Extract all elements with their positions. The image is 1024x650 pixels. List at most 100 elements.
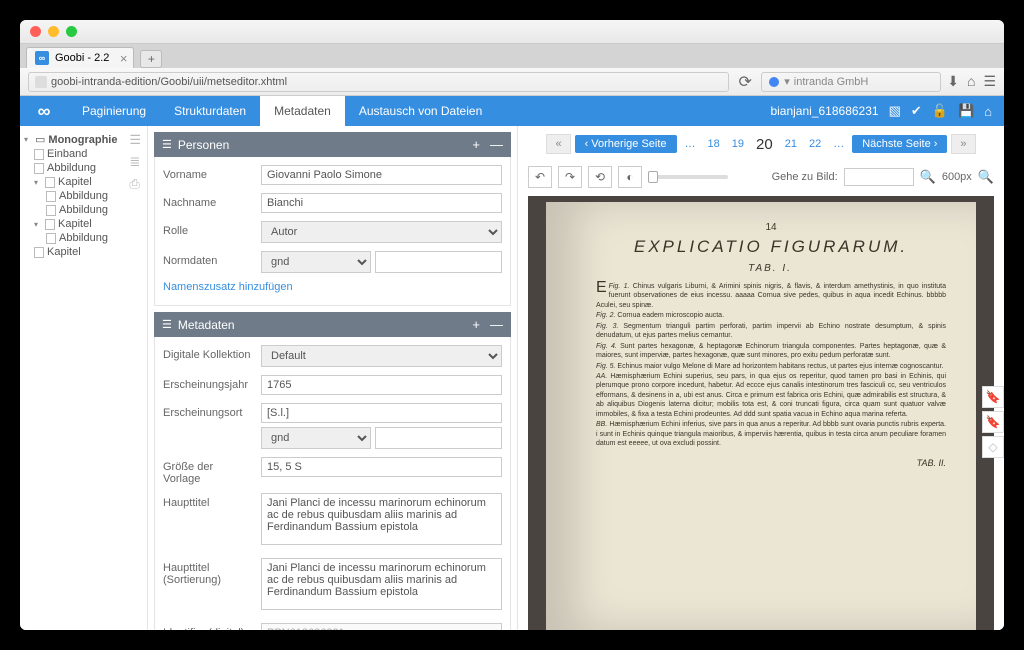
label: Größe der Vorlage (163, 457, 253, 485)
prev-page-button[interactable]: ‹ Vorherige Seite (575, 135, 677, 153)
url-text: goobi-intranda-edition/Goobi/uii/metsedi… (51, 76, 287, 88)
goto-input[interactable] (844, 168, 914, 186)
add-icon[interactable]: + (472, 137, 480, 152)
collapse-icon[interactable]: — (490, 317, 503, 332)
next-page-button[interactable]: Nächste Seite › (852, 135, 947, 153)
topnav-paginierung[interactable]: Paginierung (68, 96, 160, 126)
zoom-slider[interactable] (648, 175, 728, 179)
pager-dots: … (829, 138, 848, 150)
last-page-button[interactable]: » (951, 134, 975, 154)
normdaten-db-select[interactable]: gnd (261, 251, 371, 273)
scan-viewport[interactable]: 14 EXPLICATIO FIGURARUM. TAB. I. Fig. 1.… (528, 196, 994, 630)
minimize-window[interactable] (48, 26, 59, 37)
pager-dots: … (681, 138, 700, 150)
menu-icon[interactable]: ☰ (983, 73, 996, 90)
ort-db-input[interactable] (375, 427, 502, 449)
tree-node[interactable]: Kapitel (24, 245, 143, 259)
app-topbar: ∞ PaginierungStrukturdatenMetadatenAusta… (20, 96, 1004, 126)
browser-search[interactable]: ▾ intranda GmbH (761, 72, 941, 92)
close-window[interactable] (30, 26, 41, 37)
page-link[interactable]: 22 (805, 138, 825, 150)
label: Vorname (163, 165, 253, 181)
groesse-input[interactable] (261, 457, 502, 477)
panel-metadaten-header[interactable]: ☰ Metadaten + — (154, 312, 511, 337)
window-titlebar (20, 20, 1004, 44)
ort-db-select[interactable]: gnd (261, 427, 371, 449)
panel-title: Personen (178, 138, 229, 152)
drag-icon: ☰ (162, 318, 172, 331)
contrast-icon[interactable]: ◐ (618, 166, 642, 188)
first-page-button[interactable]: « (546, 134, 570, 154)
panel-personen-header[interactable]: ☰ Personen + — (154, 132, 511, 157)
structure-tree: ☰ ≣ ⎙ ▾▭ Monographie Einband Abbildung ▾… (20, 126, 148, 630)
bookmark-icon[interactable]: 🔖 (982, 386, 1004, 408)
label: Normdaten (163, 251, 253, 267)
tree-print-icon[interactable]: ⎙ (129, 176, 141, 192)
rotate-left-icon[interactable]: ↶ (528, 166, 552, 188)
zoom-icon[interactable]: 🔍 (978, 169, 994, 185)
drag-icon: ☰ (162, 138, 172, 151)
bookmark-icon[interactable]: 🔖 (982, 411, 1004, 433)
tree-node[interactable]: ▾ Kapitel (24, 217, 143, 231)
page-link[interactable]: 19 (728, 138, 748, 150)
scan-heading: EXPLICATIO FIGURARUM. (596, 237, 946, 257)
panel-title: Metadaten (178, 318, 235, 332)
vorname-input[interactable] (261, 165, 502, 185)
tree-node[interactable]: Abbildung (24, 189, 143, 203)
bookmark-empty-icon[interactable]: ◇ (982, 436, 1004, 458)
maximize-window[interactable] (66, 26, 77, 37)
save-icon[interactable]: 💾 (958, 103, 974, 119)
label: Digitale Kollektion (163, 345, 253, 361)
undo-icon[interactable]: ⟲ (588, 166, 612, 188)
tree-node[interactable]: ▾ Kapitel (24, 175, 143, 189)
rolle-select[interactable]: Autor (261, 221, 502, 243)
site-identity-icon (35, 76, 47, 88)
tree-node[interactable]: Abbildung (24, 203, 143, 217)
google-icon (768, 76, 780, 88)
scanned-page: 14 EXPLICATIO FIGURARUM. TAB. I. Fig. 1.… (546, 202, 976, 630)
new-tab-button[interactable]: + (140, 50, 162, 68)
ort-input[interactable] (261, 403, 502, 423)
add-namenszusatz-link[interactable]: Namenszusatz hinzufügen (163, 277, 502, 297)
app-logo[interactable]: ∞ (20, 96, 68, 126)
url-input[interactable]: goobi-intranda-edition/Goobi/uii/metsedi… (28, 72, 729, 92)
url-bar: goobi-intranda-edition/Goobi/uii/metsedi… (20, 68, 1004, 96)
tree-node[interactable]: Abbildung (24, 161, 143, 175)
topnav-austausch von dateien[interactable]: Austausch von Dateien (345, 96, 496, 126)
tree-node[interactable]: Abbildung (24, 231, 143, 245)
home-nav-icon[interactable]: ⌂ (984, 104, 992, 119)
normdaten-input[interactable] (375, 251, 502, 273)
user-label: bianjani_618686231 (770, 104, 878, 118)
hauptsort-textarea[interactable]: Jani Planci de incessu marinorum echinor… (261, 558, 502, 610)
topnav-metadaten[interactable]: Metadaten (260, 96, 345, 126)
page-link[interactable]: 21 (781, 138, 801, 150)
rotate-right-icon[interactable]: ↷ (558, 166, 582, 188)
reload-icon[interactable]: ⟳ (735, 72, 755, 92)
add-icon[interactable]: + (472, 317, 480, 332)
topnav-strukturdaten[interactable]: Strukturdaten (160, 96, 260, 126)
browser-tabbar: ∞ Goobi - 2.2 × + (20, 44, 1004, 68)
search-icon[interactable]: 🔍 (920, 169, 936, 185)
validate-icon[interactable]: ✔ (911, 103, 922, 119)
jahr-input[interactable] (261, 375, 502, 395)
close-tab-icon[interactable]: × (120, 51, 128, 66)
tree-node[interactable]: ▾▭ Monographie (24, 132, 143, 147)
collapse-icon[interactable]: — (490, 137, 503, 152)
tree-menu-icon[interactable]: ☰ (129, 132, 141, 148)
page-link[interactable]: 18 (704, 138, 724, 150)
search-placeholder: intranda GmbH (794, 76, 869, 88)
haupttitel-textarea[interactable]: Jani Planci de incessu marinorum echinor… (261, 493, 502, 545)
home-icon[interactable]: ⌂ (967, 73, 975, 90)
favicon: ∞ (35, 51, 49, 65)
tree-node[interactable]: Einband (24, 147, 143, 161)
tab-title: Goobi - 2.2 (55, 52, 109, 64)
nachname-input[interactable] (261, 193, 502, 213)
download-icon[interactable]: ⬇ (947, 73, 959, 90)
kollektion-select[interactable]: Default (261, 345, 502, 367)
unlock-icon[interactable]: 🔓 (932, 103, 948, 119)
image-icon[interactable]: ▧ (889, 103, 901, 119)
browser-tab[interactable]: ∞ Goobi - 2.2 × (26, 47, 134, 68)
zoom-label: 600px (942, 171, 972, 183)
tree-list-icon[interactable]: ≣ (129, 154, 141, 170)
label: Erscheinungsjahr (163, 375, 253, 391)
